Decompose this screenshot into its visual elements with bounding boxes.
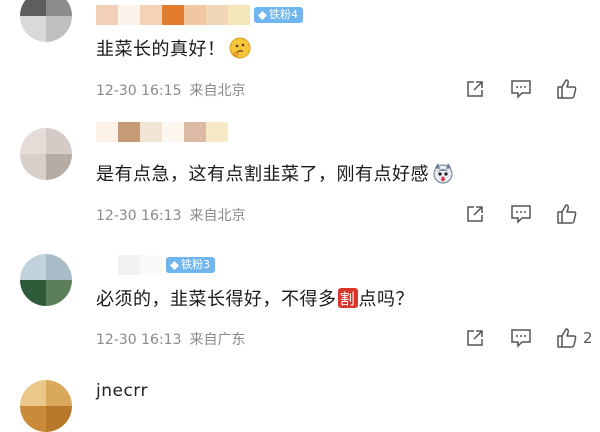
- comment-location: 来自北京: [189, 83, 246, 99]
- comment-text-content: 韭菜长的真好！: [96, 39, 226, 60]
- avatar[interactable]: [20, 254, 72, 306]
- like-button[interactable]: [555, 77, 579, 101]
- reply-button[interactable]: [509, 202, 533, 226]
- fan-badge: 铁粉3: [166, 257, 215, 273]
- comment-text: 韭菜长的真好！: [96, 35, 251, 61]
- avatar[interactable]: [20, 0, 72, 42]
- comment-time: 12-30 16:13: [96, 332, 182, 348]
- comment-actions: [463, 202, 593, 226]
- comment-location: 来自北京: [189, 208, 246, 224]
- thumbs-up-icon: [557, 204, 577, 224]
- comment-meta: 12-30 16:15 来自北京: [96, 80, 245, 100]
- like-count: 2: [583, 329, 593, 347]
- comment-text: 是有点急，这有点割韭菜了，刚有点好感: [96, 160, 454, 186]
- comment-text-before: 必须的，韭菜长得好，不得多: [96, 289, 337, 310]
- husky-dog-emoji: [433, 163, 453, 184]
- username-row[interactable]: 铁粉3: [96, 254, 215, 276]
- avatar[interactable]: [20, 128, 72, 180]
- blurred-username: [96, 255, 162, 275]
- comment-actions: 2: [463, 326, 593, 350]
- comment-text-content: 是有点急，这有点割韭菜了，刚有点好感: [96, 164, 429, 185]
- reply-button[interactable]: [509, 77, 533, 101]
- fan-badge-label: 铁粉4: [269, 8, 298, 21]
- diamond-icon: [170, 260, 179, 270]
- username-row[interactable]: 铁粉4: [96, 4, 303, 26]
- like-button[interactable]: [555, 202, 579, 226]
- share-button[interactable]: [463, 326, 487, 350]
- share-icon: [467, 330, 483, 346]
- comment-location: 来自广东: [189, 332, 246, 348]
- thinking-face-emoji: [229, 37, 250, 59]
- fan-badge: 铁粉4: [254, 7, 303, 23]
- thumbs-up-icon: [557, 79, 577, 99]
- comment-icon: [511, 329, 531, 348]
- share-icon: [467, 81, 483, 97]
- comment-icon: [511, 205, 531, 224]
- reply-button[interactable]: [509, 326, 533, 350]
- comment-actions: [463, 77, 593, 101]
- comment-time: 12-30 16:15: [96, 83, 182, 99]
- boxed-character: 割: [337, 288, 358, 308]
- username-row[interactable]: jnecrr: [96, 380, 148, 402]
- fan-badge-label: 铁粉3: [181, 258, 210, 271]
- comment-text: 必须的，韭菜长得好，不得多割点吗？: [96, 285, 414, 311]
- comment-icon: [511, 80, 531, 99]
- username: jnecrr: [96, 381, 148, 401]
- comment-text-after: 点吗？: [358, 289, 414, 310]
- blurred-username: [96, 5, 250, 25]
- share-button[interactable]: [463, 77, 487, 101]
- thumbs-up-icon: [557, 328, 577, 348]
- comment-meta: 12-30 16:13 来自北京: [96, 205, 245, 225]
- like-button[interactable]: [555, 326, 579, 350]
- avatar[interactable]: [20, 380, 72, 432]
- comment-time: 12-30 16:13: [96, 208, 182, 224]
- share-button[interactable]: [463, 202, 487, 226]
- blurred-username: [96, 122, 228, 142]
- share-icon: [467, 206, 483, 222]
- diamond-icon: [258, 10, 267, 20]
- username-row[interactable]: [96, 121, 228, 143]
- comment-meta: 12-30 16:13 来自广东: [96, 329, 245, 349]
